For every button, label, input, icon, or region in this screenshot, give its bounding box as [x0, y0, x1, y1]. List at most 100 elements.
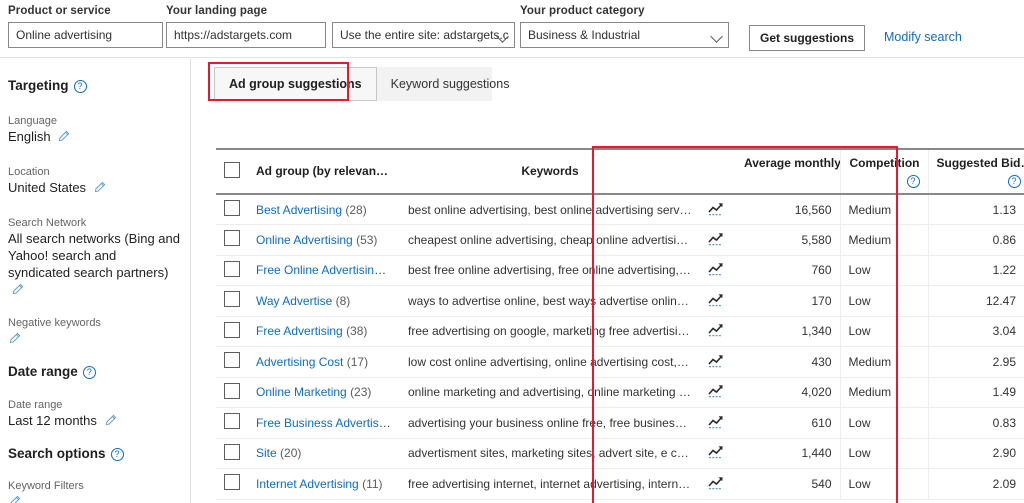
ad-group-link[interactable]: Free Business Advertising	[256, 416, 395, 430]
row-checkbox[interactable]	[224, 261, 240, 277]
table-row[interactable]: Best Advertising (28)best online adverti…	[216, 194, 1024, 225]
edit-pencil-icon[interactable]	[8, 332, 21, 349]
average-monthly-searches-header[interactable]: Average monthly searches ?	[736, 149, 840, 194]
edit-pencil-icon[interactable]	[93, 181, 106, 198]
table-row[interactable]: Site (20)advertisment sites, marketing s…	[216, 438, 1024, 469]
ad-group-header[interactable]: Ad group (by relevance)	[248, 149, 400, 194]
suggested-bid-cell: 12.47	[928, 286, 1024, 317]
tab-keyword-suggestions[interactable]: Keyword suggestions	[377, 67, 524, 101]
average-monthly-searches-header-text: Average monthly searches	[744, 156, 840, 171]
trend-cell	[700, 225, 736, 256]
average-monthly-searches-cell: 16,560	[736, 194, 840, 225]
ad-group-cell: Free Business Advertising (18)	[248, 408, 400, 439]
help-icon[interactable]: ?	[74, 80, 87, 93]
keywords-cell: cheapest online advertising, cheap onlin…	[400, 225, 700, 256]
ad-group-link[interactable]: Way Advertise	[256, 294, 332, 308]
row-checkbox[interactable]	[224, 291, 240, 307]
row-select-cell	[216, 438, 248, 469]
trend-chart-icon[interactable]	[708, 418, 725, 432]
ad-group-link[interactable]: Advertising Cost	[256, 355, 343, 369]
trend-chart-icon[interactable]	[708, 357, 725, 371]
ad-group-count: (28)	[345, 203, 366, 217]
edit-pencil-icon[interactable]	[57, 130, 70, 147]
row-checkbox[interactable]	[224, 200, 240, 216]
keyword-filters-value-row	[8, 493, 180, 503]
location-value-row: United States	[8, 179, 180, 198]
suggested-bid-cell: 2.95	[928, 347, 1024, 378]
date-range-title-text: Date range	[8, 364, 78, 380]
row-checkbox[interactable]	[224, 383, 240, 399]
average-monthly-searches-cell: 610	[736, 408, 840, 439]
suggested-bid-cell: 1.13	[928, 194, 1024, 225]
trend-chart-icon[interactable]	[708, 235, 725, 249]
ad-group-count: (20)	[280, 446, 301, 460]
edit-pencil-icon[interactable]	[8, 495, 21, 503]
table-row[interactable]: Way Advertise (8)ways to advertise onlin…	[216, 286, 1024, 317]
competition-cell: Medium	[840, 225, 928, 256]
date-range-field: Date range Last 12 months	[8, 398, 180, 431]
competition-cell: Low	[840, 286, 928, 317]
suggested-bid-cell: 0.86	[928, 225, 1024, 256]
trend-cell	[700, 377, 736, 408]
negative-keywords-value-row	[8, 330, 180, 349]
modify-search-link[interactable]: Modify search	[884, 30, 962, 44]
edit-pencil-icon[interactable]	[11, 283, 24, 300]
trend-chart-icon[interactable]	[708, 479, 725, 493]
trend-chart-icon[interactable]	[708, 205, 725, 219]
row-select-cell	[216, 347, 248, 378]
help-icon[interactable]: ?	[1008, 175, 1021, 188]
date-range-section-title: Date range ?	[8, 364, 180, 380]
row-checkbox[interactable]	[224, 230, 240, 246]
trend-chart-icon[interactable]	[708, 296, 725, 310]
get-suggestions-button[interactable]: Get suggestions	[749, 25, 865, 51]
site-scope-select[interactable]: Use the entire site: adstargets.c	[332, 22, 515, 48]
keywords-header[interactable]: Keywords	[400, 149, 700, 194]
landing-page-group: Your landing page https://adstargets.com	[166, 4, 326, 48]
ad-group-cell: Online Marketing (23)	[248, 377, 400, 408]
select-all-checkbox[interactable]	[224, 162, 240, 178]
trend-chart-icon[interactable]	[708, 265, 725, 279]
trend-chart-icon[interactable]	[708, 387, 725, 401]
ad-group-link[interactable]: Free Advertising	[256, 324, 343, 338]
ad-group-link[interactable]: Best Advertising	[256, 203, 342, 217]
table-row[interactable]: Online Marketing (23)online marketing an…	[216, 377, 1024, 408]
table-row[interactable]: Free Business Advertising (18)advertisin…	[216, 408, 1024, 439]
trend-chart-icon[interactable]	[708, 326, 725, 340]
table-row[interactable]: Free Online Advertising (13)best free on…	[216, 255, 1024, 286]
row-checkbox[interactable]	[224, 322, 240, 338]
help-icon[interactable]: ?	[83, 366, 96, 379]
table-row[interactable]: Internet Advertising (11)free advertisin…	[216, 469, 1024, 500]
help-icon[interactable]: ?	[111, 448, 124, 461]
ad-group-link[interactable]: Internet Advertising	[256, 477, 359, 491]
edit-pencil-icon[interactable]	[104, 414, 117, 431]
trend-cell	[700, 469, 736, 500]
product-category-label: Your product category	[520, 4, 729, 18]
table-row[interactable]: Online Advertising (53)cheapest online a…	[216, 225, 1024, 256]
ad-group-count: (13)	[384, 263, 400, 277]
tab-ad-group-suggestions[interactable]: Ad group suggestions	[214, 67, 377, 101]
ad-group-link[interactable]: Site	[256, 446, 277, 460]
ad-group-count: (18)	[398, 416, 400, 430]
row-checkbox[interactable]	[224, 444, 240, 460]
table-row[interactable]: Free Advertising (38)free advertising on…	[216, 316, 1024, 347]
trend-chart-icon[interactable]	[708, 448, 725, 462]
date-range-value-row: Last 12 months	[8, 412, 180, 431]
product-or-service-input[interactable]: Online advertising	[8, 22, 163, 48]
table-row[interactable]: Advertising Cost (17)low cost online adv…	[216, 347, 1024, 378]
landing-page-input[interactable]: https://adstargets.com	[166, 22, 326, 48]
ad-group-link[interactable]: Online Advertising	[256, 233, 353, 247]
row-checkbox[interactable]	[224, 413, 240, 429]
help-icon[interactable]: ?	[907, 175, 920, 188]
ad-group-link[interactable]: Free Online Advertising	[256, 263, 386, 277]
suggested-bid-header[interactable]: Suggested Bid ?	[928, 149, 1024, 194]
product-category-select[interactable]: Business & Industrial	[520, 22, 729, 48]
suggested-bid-cell: 2.90	[928, 438, 1024, 469]
ad-group-cell: Best Advertising (28)	[248, 194, 400, 225]
competition-header[interactable]: Competition ?	[840, 149, 928, 194]
keywords-cell: best free online advertising, free onlin…	[400, 255, 700, 286]
row-checkbox[interactable]	[224, 352, 240, 368]
row-checkbox[interactable]	[224, 474, 240, 490]
date-range-caption: Date range	[8, 398, 180, 412]
ad-group-link[interactable]: Online Marketing	[256, 385, 347, 399]
search-options-section-title: Search options ?	[8, 446, 180, 462]
